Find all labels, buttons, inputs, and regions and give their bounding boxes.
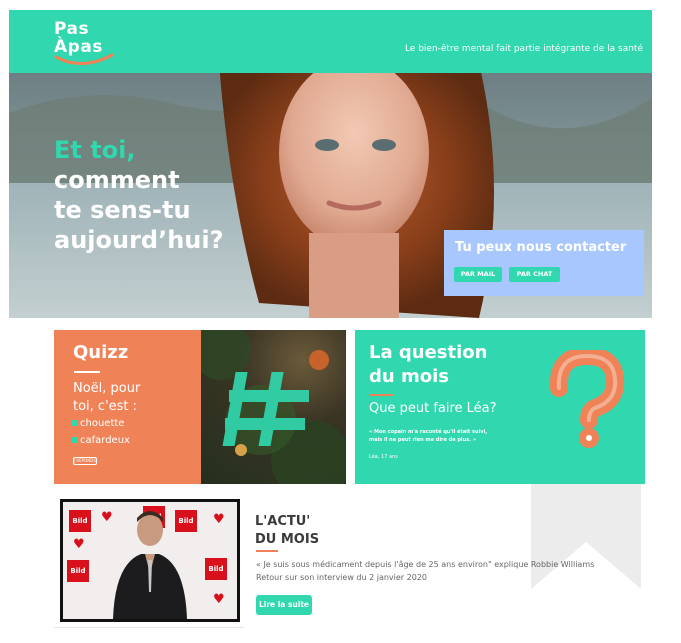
person-silhouette xyxy=(113,511,187,619)
ribbon-decoration xyxy=(531,484,641,589)
quiz-card[interactable]: Quizz Noël, pour toi, c'est : chouette c… xyxy=(54,330,346,484)
site-header: Pas Àpas Le bien-être mental fait partie… xyxy=(9,10,652,73)
question-author: Léa, 17 ans xyxy=(369,454,398,460)
actu-photo-robbie-williams[interactable]: Bild Bild Bild Bild Bild ♥ ♥ ♥ ♥ xyxy=(60,499,240,622)
quiz-option2-label: cafardeux xyxy=(80,435,130,446)
hero-title-accent: Et toi, xyxy=(54,136,136,164)
option-bullet-icon xyxy=(72,437,78,443)
question-quote: « Mon copain m'a raconté qu'il était sui… xyxy=(369,429,488,443)
actu-title-line1: L'ACTU' xyxy=(255,514,311,529)
pas-a-pas-logo[interactable]: Pas Àpas xyxy=(54,19,114,67)
hero-title-line4: aujourd’hui? xyxy=(54,226,224,254)
quiz-option-chouette[interactable]: chouette xyxy=(72,418,124,429)
actu-title: L'ACTU' DU MOIS xyxy=(255,513,319,549)
question-subtitle: Que peut faire Léa? xyxy=(369,401,497,416)
quiz-divider xyxy=(74,371,100,373)
question-mark-icon xyxy=(549,350,625,448)
quiz-option-cafardeux[interactable]: cafardeux xyxy=(72,435,130,446)
actu-excerpt-line2: Retour sur son interview du 2 janvier 20… xyxy=(256,573,427,582)
quiz-question-line2: toi, c'est : xyxy=(73,399,138,414)
question-card[interactable]: La question du mois Que peut faire Léa? … xyxy=(355,330,645,484)
contact-chat-button[interactable]: PAR CHAT xyxy=(509,267,560,282)
quiz-vote-button[interactable]: J'RÉPONDS xyxy=(73,457,97,465)
question-title: La question du mois xyxy=(369,342,488,387)
contact-box: Tu peux nous contacter PAR MAIL PAR CHAT xyxy=(444,230,644,296)
option-bullet-icon xyxy=(72,420,78,426)
divider xyxy=(54,627,244,628)
actu-title-line2: DU MOIS xyxy=(255,532,320,547)
actu-divider xyxy=(256,550,278,552)
contact-mail-button[interactable]: PAR MAIL xyxy=(454,267,502,282)
quiz-title: Quizz xyxy=(73,342,129,363)
contact-title: Tu peux nous contacter xyxy=(455,240,627,255)
tagline: Le bien-être mental fait partie intégran… xyxy=(404,44,643,54)
quiz-option1-label: chouette xyxy=(80,418,125,429)
hero-heading: Et toi, comment te sens-tu aujourd’hui? xyxy=(54,135,224,255)
logo-line1: Pas xyxy=(54,19,90,39)
read-more-button[interactable]: Lire la suite xyxy=(256,595,312,615)
hero-title-line3: te sens-tu xyxy=(54,196,191,224)
logo-smile-icon xyxy=(54,53,114,65)
question-divider xyxy=(369,394,393,396)
hero-banner: Et toi, comment te sens-tu aujourd’hui? … xyxy=(9,73,652,318)
actu-photo-background: Bild Bild Bild Bild Bild ♥ ♥ ♥ ♥ xyxy=(63,502,237,619)
hero-title-line2: comment xyxy=(54,166,180,194)
actu-excerpt-line1: « Je suis sous médicament depuis l'âge d… xyxy=(256,560,595,569)
hashtag-icon xyxy=(201,330,346,484)
quiz-question-line1: Noël, pour xyxy=(73,381,141,396)
christmas-tree-photo xyxy=(201,330,346,484)
